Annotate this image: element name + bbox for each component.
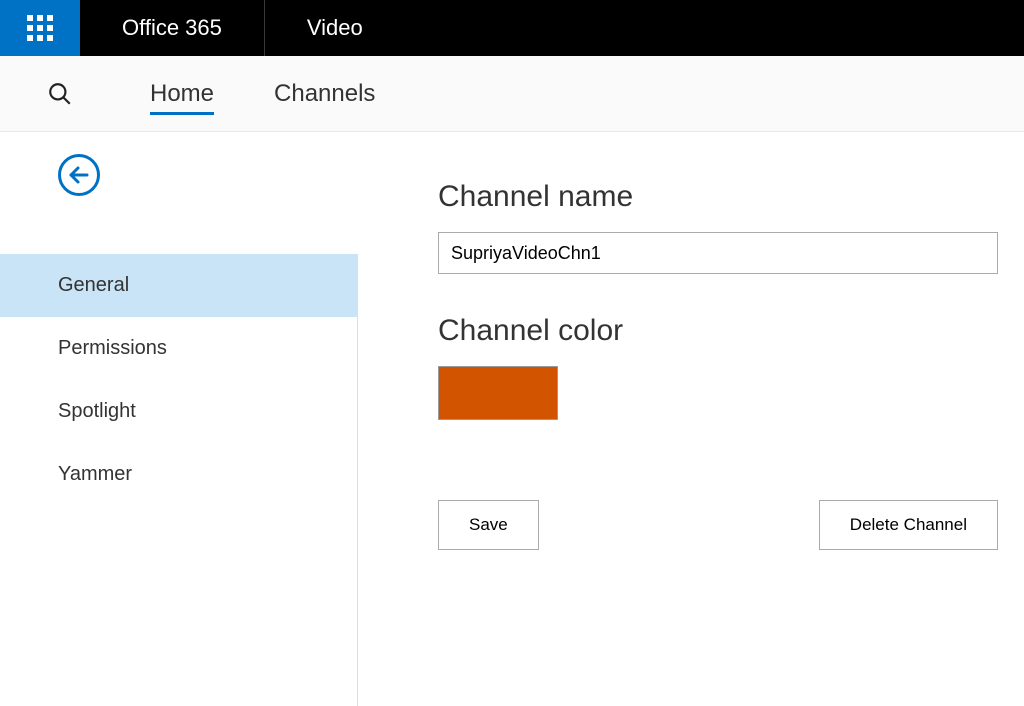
topbar: Office 365 Video (0, 0, 1024, 56)
content-area: General Permissions Spotlight Yammer Cha… (0, 132, 1024, 691)
sidebar-item-spotlight[interactable]: Spotlight (0, 380, 357, 443)
waffle-icon (27, 15, 53, 41)
sidebar: General Permissions Spotlight Yammer (0, 254, 358, 706)
arrow-left-icon (67, 163, 91, 187)
channel-color-swatch[interactable] (438, 366, 558, 420)
main-pane: Channel name Channel color Save Delete C… (358, 132, 1024, 691)
delete-channel-button[interactable]: Delete Channel (819, 500, 998, 550)
sidebar-item-general[interactable]: General (0, 254, 357, 317)
app-launcher-button[interactable] (0, 0, 80, 56)
sidebar-item-yammer[interactable]: Yammer (0, 443, 357, 506)
channel-name-input[interactable] (438, 232, 998, 274)
search-icon (47, 81, 73, 107)
nav-home[interactable]: Home (120, 56, 244, 131)
channel-name-label: Channel name (438, 180, 1024, 214)
left-pane: General Permissions Spotlight Yammer (0, 132, 358, 691)
navbar: Home Channels (0, 56, 1024, 132)
sidebar-item-permissions[interactable]: Permissions (0, 317, 357, 380)
search-button[interactable] (0, 56, 120, 131)
back-button[interactable] (58, 154, 100, 196)
app-name: Video (265, 0, 405, 56)
channel-color-label: Channel color (438, 314, 1024, 348)
suite-brand[interactable]: Office 365 (80, 0, 265, 56)
nav-channels[interactable]: Channels (244, 56, 405, 131)
button-row: Save Delete Channel (438, 500, 998, 550)
save-button[interactable]: Save (438, 500, 539, 550)
